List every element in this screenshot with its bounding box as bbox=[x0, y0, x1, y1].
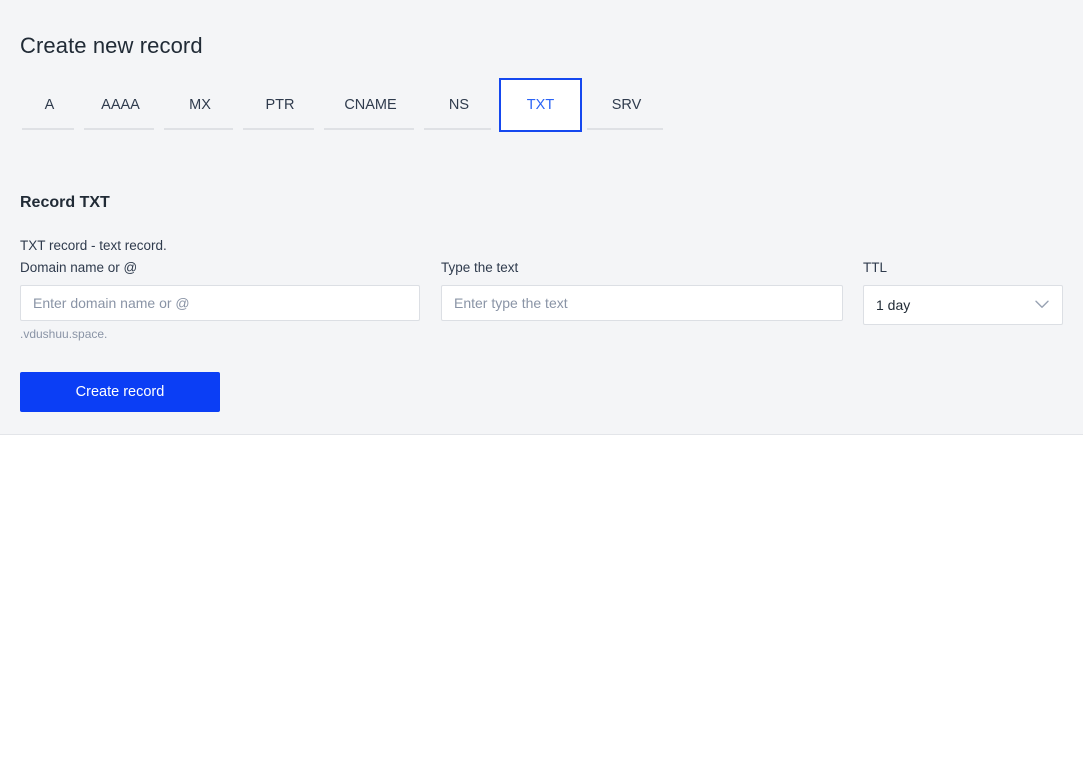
ttl-select[interactable]: 1 day bbox=[863, 285, 1063, 325]
tab-aaaa[interactable]: AAAA bbox=[82, 78, 159, 132]
tab-label: SRV bbox=[611, 97, 642, 113]
tab-ptr[interactable]: PTR bbox=[241, 78, 319, 132]
domain-name-input[interactable] bbox=[20, 285, 420, 321]
record-description: TXT record - text record. bbox=[20, 237, 167, 253]
record-heading: Record TXT bbox=[20, 194, 110, 212]
ttl-select-wrap: 1 day bbox=[863, 285, 1063, 325]
ttl-selected-value: 1 day bbox=[876, 297, 911, 313]
record-type-tabs: A AAAA MX PTR CNAME NS TXT SRV bbox=[20, 78, 671, 132]
domain-name-field-group: Domain name or @ bbox=[20, 260, 420, 321]
ttl-label: TTL bbox=[863, 260, 888, 275]
tab-mx[interactable]: MX bbox=[162, 78, 238, 132]
create-record-panel: Create new record A AAAA MX PTR CNAME NS… bbox=[0, 0, 1083, 435]
tab-label: PTR bbox=[265, 97, 295, 113]
text-value-input[interactable] bbox=[441, 285, 843, 321]
tab-txt[interactable]: TXT bbox=[499, 78, 582, 132]
page-title: Create new record bbox=[20, 32, 203, 58]
tab-label: A bbox=[44, 97, 55, 113]
create-record-button[interactable]: Create record bbox=[20, 372, 220, 412]
text-value-field-group: Type the text bbox=[441, 260, 843, 321]
ttl-field-group: TTL 1 day bbox=[863, 260, 1063, 325]
domain-name-label: Domain name or @ bbox=[20, 260, 138, 275]
tab-a[interactable]: A bbox=[20, 78, 79, 132]
tab-label: CNAME bbox=[344, 97, 397, 113]
tab-label: TXT bbox=[526, 97, 555, 113]
tab-label: AAAA bbox=[101, 97, 140, 113]
tab-label: NS bbox=[448, 97, 470, 113]
tab-label: MX bbox=[189, 97, 211, 113]
tab-srv[interactable]: SRV bbox=[585, 78, 668, 132]
tab-cname[interactable]: CNAME bbox=[322, 78, 419, 132]
tab-ns[interactable]: NS bbox=[422, 78, 496, 132]
text-value-label: Type the text bbox=[441, 260, 519, 275]
domain-suffix-helper: .vdushuu.space. bbox=[20, 327, 108, 341]
